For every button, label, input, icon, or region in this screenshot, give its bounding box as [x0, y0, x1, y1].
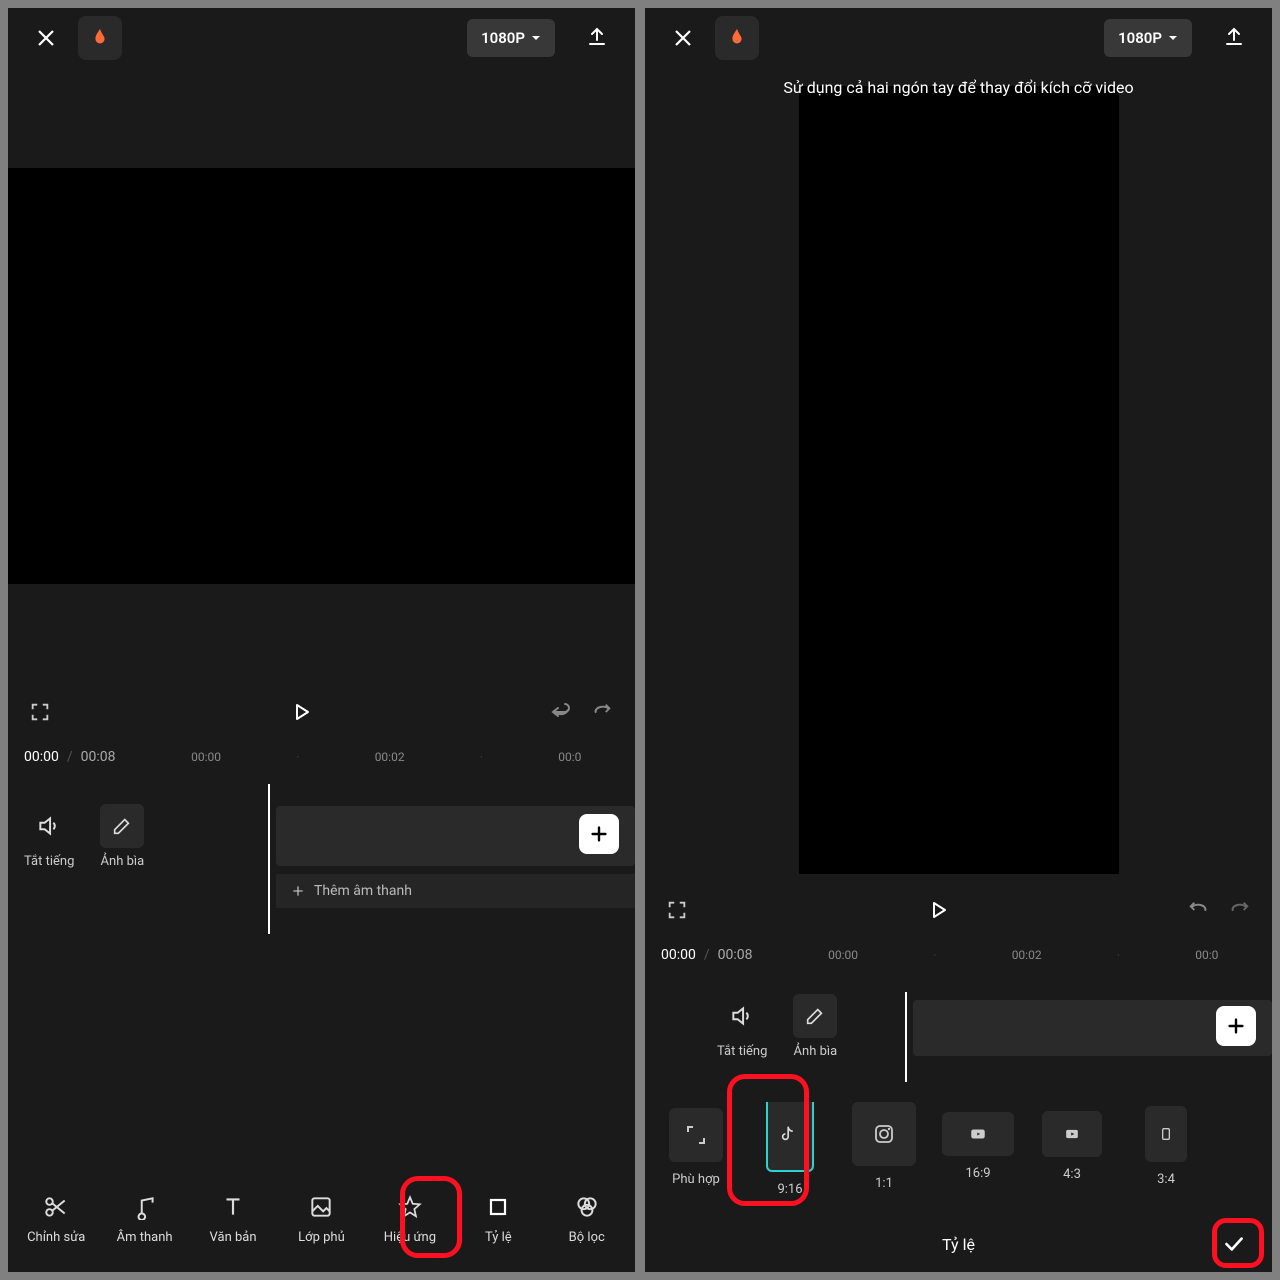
chevron-down-icon: [531, 33, 541, 43]
expand-icon: [684, 1123, 708, 1147]
plus-icon: [290, 883, 306, 899]
cover-label: Ảnh bìa: [794, 1044, 838, 1059]
tool-overlay[interactable]: Lớp phủ: [288, 1192, 354, 1245]
video-preview[interactable]: [8, 168, 635, 584]
resolution-label: 1080P: [1118, 29, 1162, 47]
cover-button[interactable]: Ảnh bìa: [100, 804, 144, 869]
ratio-panel: Phù hợp 9:16 1:1 16:9 4:3 3:4: [645, 1092, 1272, 1272]
chevron-down-icon: [1168, 33, 1178, 43]
add-clip-button[interactable]: [1216, 1006, 1256, 1046]
tool-audio[interactable]: Âm thanh: [112, 1192, 178, 1245]
ratio-fit[interactable]: Phù hợp: [657, 1102, 735, 1187]
ratio-16-9[interactable]: 16:9: [939, 1102, 1017, 1181]
play-button[interactable]: [922, 894, 954, 926]
close-button[interactable]: [24, 16, 68, 60]
flame-button[interactable]: [715, 16, 759, 60]
plus-icon: [1225, 1015, 1247, 1037]
mute-button[interactable]: Tắt tiếng: [717, 994, 767, 1059]
add-audio-label: Thêm âm thanh: [314, 883, 412, 899]
play-button[interactable]: [285, 696, 317, 728]
timeline[interactable]: Tắt tiếng Ảnh bìa: [645, 972, 1272, 1092]
music-note-icon: [132, 1194, 158, 1220]
mute-button[interactable]: Tắt tiếng: [24, 804, 74, 869]
resolution-button[interactable]: 1080P: [1104, 19, 1192, 57]
add-audio-button[interactable]: Thêm âm thanh: [276, 874, 635, 908]
tool-filter[interactable]: Bộ lọc: [554, 1192, 620, 1245]
redo-button[interactable]: [1224, 894, 1256, 926]
pinch-hint: Sử dụng cả hai ngón tay để thay đổi kích…: [783, 78, 1133, 97]
current-time: 00:00: [24, 749, 59, 765]
confirm-button[interactable]: [1212, 1222, 1256, 1266]
resolution-label: 1080P: [481, 29, 525, 47]
ratio-4-3[interactable]: 4:3: [1033, 1102, 1111, 1182]
tiktok-icon: [779, 1122, 801, 1144]
ratio-3-4[interactable]: 3:4: [1127, 1102, 1205, 1187]
current-time: 00:00: [661, 947, 696, 963]
time-ruler[interactable]: 00:00 · 00:02 · 00:0: [761, 948, 1256, 962]
instagram-icon: [872, 1122, 896, 1146]
pencil-icon: [111, 815, 133, 837]
playhead[interactable]: [268, 784, 270, 934]
playhead[interactable]: [905, 992, 907, 1082]
check-icon: [1221, 1231, 1247, 1257]
total-time: 00:08: [718, 947, 753, 963]
star-icon: [397, 1194, 423, 1220]
export-button[interactable]: [575, 16, 619, 60]
ratio-icon: [486, 1195, 510, 1219]
bottom-toolbar: Chỉnh sửa Âm thanh Văn bản Lớp phủ Hiệu …: [8, 1162, 635, 1272]
fullscreen-button[interactable]: [661, 894, 693, 926]
undo-button[interactable]: [545, 696, 577, 728]
timeline[interactable]: Tắt tiếng Ảnh bìa Thêm âm thanh: [8, 774, 635, 954]
add-clip-button[interactable]: [579, 814, 619, 854]
speaker-icon: [729, 1003, 755, 1029]
ratio-9-16[interactable]: 9:16: [751, 1102, 829, 1197]
export-button[interactable]: [1212, 16, 1256, 60]
time-separator: /: [67, 749, 73, 765]
youtube-icon: [966, 1125, 990, 1143]
tool-edit[interactable]: Chỉnh sửa: [23, 1192, 89, 1245]
pencil-icon: [804, 1005, 826, 1027]
cover-label: Ảnh bìa: [101, 854, 145, 869]
ratio-1-1[interactable]: 1:1: [845, 1102, 923, 1191]
plus-icon: [588, 823, 610, 845]
fullscreen-button[interactable]: [24, 696, 56, 728]
speaker-icon: [36, 813, 62, 839]
cover-button[interactable]: Ảnh bìa: [793, 994, 837, 1059]
tool-ratio[interactable]: Tỷ lệ: [465, 1192, 531, 1245]
text-icon: [220, 1194, 246, 1220]
close-button[interactable]: [661, 16, 705, 60]
tool-text[interactable]: Văn bản: [200, 1192, 266, 1245]
play-icon: [1062, 1124, 1082, 1144]
image-icon: [308, 1194, 334, 1220]
filter-icon: [574, 1194, 600, 1220]
undo-button[interactable]: [1182, 894, 1214, 926]
scissors-icon: [43, 1194, 69, 1220]
ratio-title: Tỷ lệ: [942, 1235, 975, 1254]
time-ruler[interactable]: 00:00 · 00:02 · 00:0: [124, 750, 619, 764]
tool-effect[interactable]: Hiệu ứng: [377, 1192, 443, 1245]
video-preview[interactable]: [799, 86, 1119, 874]
rect-icon: [1158, 1123, 1174, 1145]
mute-label: Tắt tiếng: [24, 854, 74, 869]
redo-button[interactable]: [587, 696, 619, 728]
mute-label: Tắt tiếng: [717, 1044, 767, 1059]
resolution-button[interactable]: 1080P: [467, 19, 555, 57]
flame-button[interactable]: [78, 16, 122, 60]
total-time: 00:08: [81, 749, 116, 765]
